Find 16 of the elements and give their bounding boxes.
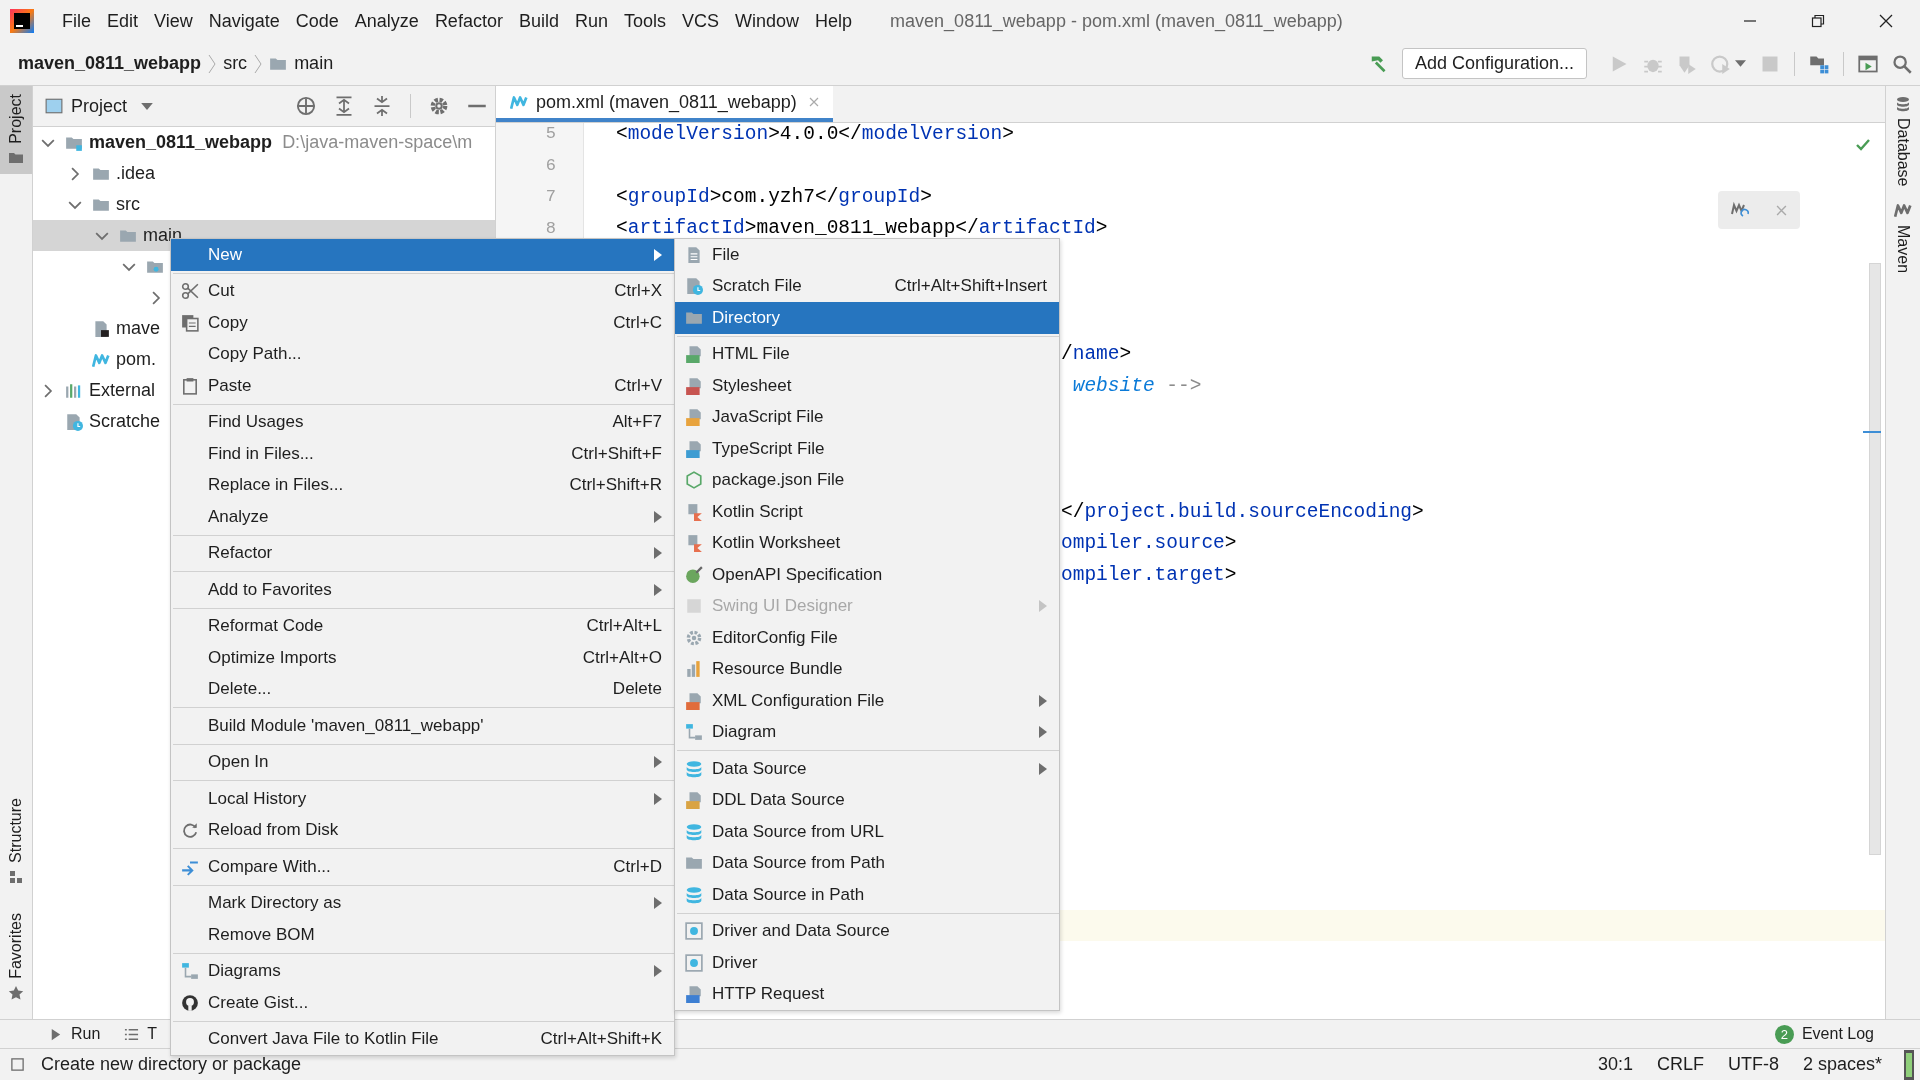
line-number: 5 xyxy=(545,124,556,144)
code-line: <artifactId>maven_0811_webapp</artifactId> xyxy=(616,217,1108,240)
code-line: ompiler.target> xyxy=(1061,563,1237,586)
line-number: 7 xyxy=(545,187,556,207)
code-line: </project.build.sourceEncoding> xyxy=(1061,500,1424,523)
code-line: <modelVersion>4.0.0</modelVersion> xyxy=(616,123,1014,145)
window-title: maven_0811_webapp - pom.xml (maven_0811_webapp) xyxy=(890,10,1343,32)
status-message: Create new directory or package xyxy=(41,1054,302,1075)
code-line: ompiler.source> xyxy=(1061,532,1237,555)
code-line: /name> xyxy=(1061,343,1132,366)
code-line: website --> xyxy=(1071,374,1202,397)
count-badge: 2 xyxy=(1774,1024,1794,1044)
module-path: D:\java-maven-space\m xyxy=(282,132,473,153)
code-line: <groupId>com.yzh7</groupId> xyxy=(616,185,932,208)
line-number: 6 xyxy=(545,155,556,175)
line-number: 8 xyxy=(545,218,556,238)
